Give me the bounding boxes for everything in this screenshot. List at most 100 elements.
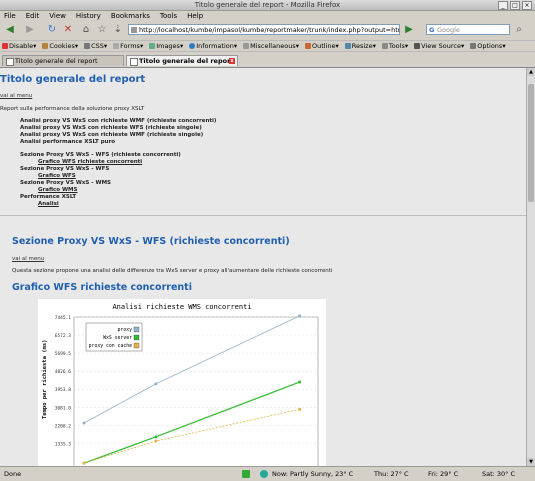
menu-history[interactable]: History (76, 11, 101, 21)
toolbar-cookies[interactable]: Cookies▾ (42, 41, 78, 51)
toolbar-forms-label: Forms (120, 42, 140, 50)
toc-section-title: Sezione Proxy VS WxS - WMS (20, 180, 112, 186)
toolbar-options-label: Options (477, 42, 503, 50)
y-tick-label: 3953.8 (55, 387, 72, 393)
search-input[interactable]: G Google (426, 24, 510, 35)
tab-bar: Titolo generale del report Titolo genera… (0, 53, 535, 68)
toc-section-title: Performance XSLT (20, 194, 77, 200)
toc-item[interactable]: Analisi proxy VS WxS con richieste WMF (… (20, 118, 216, 124)
window-title: Titolo generale del report - Mozilla Fir… (194, 1, 341, 9)
data-point (298, 407, 302, 411)
data-point (298, 380, 302, 384)
menu-tools[interactable]: Tools (160, 11, 177, 21)
toolbar-miscellaneous-label: Miscellaneous (250, 42, 296, 50)
status-bar: Done Now: Partly Sunny, 23° C Thu: 27° C… (0, 466, 535, 481)
minimize-button[interactable]: _ (498, 1, 508, 10)
data-point (298, 314, 302, 318)
toolbar-forms[interactable]: Forms▾ (113, 41, 143, 51)
forward-icon[interactable]: ▶ (24, 24, 36, 36)
data-point (154, 439, 158, 443)
toolbar-view-source-label: View Source (421, 42, 461, 50)
url-bar[interactable]: http://localhost/kumbe/impasol/kumbe/rep… (128, 24, 400, 35)
toolbar-images[interactable]: Images▾ (149, 41, 183, 51)
search-go-icon[interactable]: ⌕ (513, 24, 525, 36)
weather-now: Now: Partly Sunny, 23° C (272, 470, 354, 478)
tab-active[interactable]: Titolo generale del report x (126, 55, 238, 66)
close-tab-icon[interactable]: x (229, 58, 235, 64)
search-placeholder: Google (437, 26, 460, 34)
toolbar-resize[interactable]: Resize▾ (344, 41, 376, 51)
disable-icon (2, 43, 8, 49)
toolbar-options[interactable]: Options▾ (470, 41, 506, 51)
toolbar-tools[interactable]: Tools▾ (381, 41, 408, 51)
addon-check-icon[interactable] (242, 470, 250, 478)
menu-edit[interactable]: Edit (26, 11, 40, 21)
y-tick-label: 6572.3 (55, 333, 72, 339)
images-icon (149, 43, 156, 49)
legend-swatch (133, 342, 140, 349)
page-icon (6, 58, 14, 66)
toc-item[interactable]: Analisi performance XSLT puro (20, 139, 115, 145)
bookmark-icon[interactable]: ☆ (96, 24, 108, 36)
menu-bar: File Edit View History Bookmarks Tools H… (0, 11, 535, 21)
go-icon[interactable]: ▶ (403, 24, 415, 36)
toolbar-css-label: CSS (91, 42, 104, 50)
toolbar-outline[interactable]: Outline▾ (304, 41, 339, 51)
toolbar-cookies-label: Cookies (49, 42, 75, 50)
weather-icon (260, 470, 268, 478)
legend-swatch (133, 326, 140, 333)
page-title: Titolo generale del report (0, 74, 146, 85)
toc-section-link[interactable]: Grafico WFS richieste concorrenti (38, 159, 142, 165)
scroll-thumb[interactable] (528, 84, 534, 202)
downloads-icon[interactable]: ⇣ (112, 24, 124, 36)
menu-file[interactable]: File (4, 11, 16, 21)
weather-sat: Sat: 30° C (482, 470, 516, 478)
section-menu-link[interactable]: vai al menu (12, 256, 44, 262)
toolbar-miscellaneous[interactable]: Miscellaneous▾ (243, 41, 299, 51)
y-tick-label: 3081.0 (55, 405, 72, 411)
toc-section-title: Sezione Proxy VS WxS - WFS (richieste co… (20, 152, 181, 158)
scroll-up-icon[interactable]: ▲ (527, 68, 535, 76)
toolbar-disable-label: Disable (9, 42, 34, 50)
menu-view[interactable]: View (49, 11, 66, 21)
toc-item[interactable]: Analisi proxy VS WxS con richieste WMF (… (20, 132, 203, 138)
data-point (82, 461, 86, 465)
toc-item[interactable]: Analisi proxy VS WxS con richieste WFS (… (20, 125, 202, 131)
toc-section-link[interactable]: Grafico WFS (38, 173, 76, 179)
toolbar-disable[interactable]: Disable▾ (2, 41, 36, 51)
reload-icon[interactable]: ↻ (46, 24, 58, 36)
home-icon[interactable]: ⌂ (80, 24, 92, 36)
toc-section-link[interactable]: Grafico WMS (38, 187, 77, 193)
y-axis-label: Tempo per richiesta (ms) (42, 340, 48, 419)
toolbar-information[interactable]: Information▾ (189, 41, 237, 51)
scroll-down-icon[interactable]: ▼ (527, 458, 535, 466)
toolbar-css[interactable]: CSS▾ (84, 41, 107, 51)
weather-fri: Fri: 29° C (428, 470, 459, 478)
stop-icon[interactable]: ✕ (62, 24, 74, 36)
close-window-button[interactable]: × (522, 1, 532, 10)
vertical-scrollbar[interactable]: ▲ ▼ (526, 68, 535, 466)
weather-thu: Thu: 27° C (374, 470, 409, 478)
toc-section-link[interactable]: Analisi (38, 201, 59, 207)
maximize-button[interactable]: □ (510, 1, 520, 10)
data-point (82, 421, 86, 425)
site-favicon-icon (131, 27, 137, 33)
menu-help[interactable]: Help (187, 11, 203, 21)
miscellaneous-icon (243, 43, 250, 49)
line-chart: Analisi richieste WMS concorrenti Tempo p… (42, 303, 319, 466)
web-developer-toolbar: Disable▾ Cookies▾ CSS▾ Forms▾ Images▾ In… (0, 40, 535, 52)
resize-icon (344, 43, 351, 49)
back-icon[interactable]: ◀ (4, 24, 16, 36)
menu-bookmarks[interactable]: Bookmarks (111, 11, 150, 21)
section-divider (0, 215, 527, 216)
tab-first-label: Titolo generale del report (15, 57, 98, 65)
outline-icon (304, 43, 311, 49)
legend-swatch (133, 334, 140, 341)
section-text: Questa sezione propone una analisi delle… (12, 268, 333, 274)
tab-first[interactable]: Titolo generale del report (2, 55, 124, 66)
menu-link[interactable]: vai al menu (0, 93, 32, 99)
toolbar-view-source[interactable]: View Source▾ (414, 41, 464, 51)
page-icon (130, 58, 138, 66)
tools-icon (381, 43, 388, 49)
toolbar-outline-label: Outline (311, 42, 336, 50)
